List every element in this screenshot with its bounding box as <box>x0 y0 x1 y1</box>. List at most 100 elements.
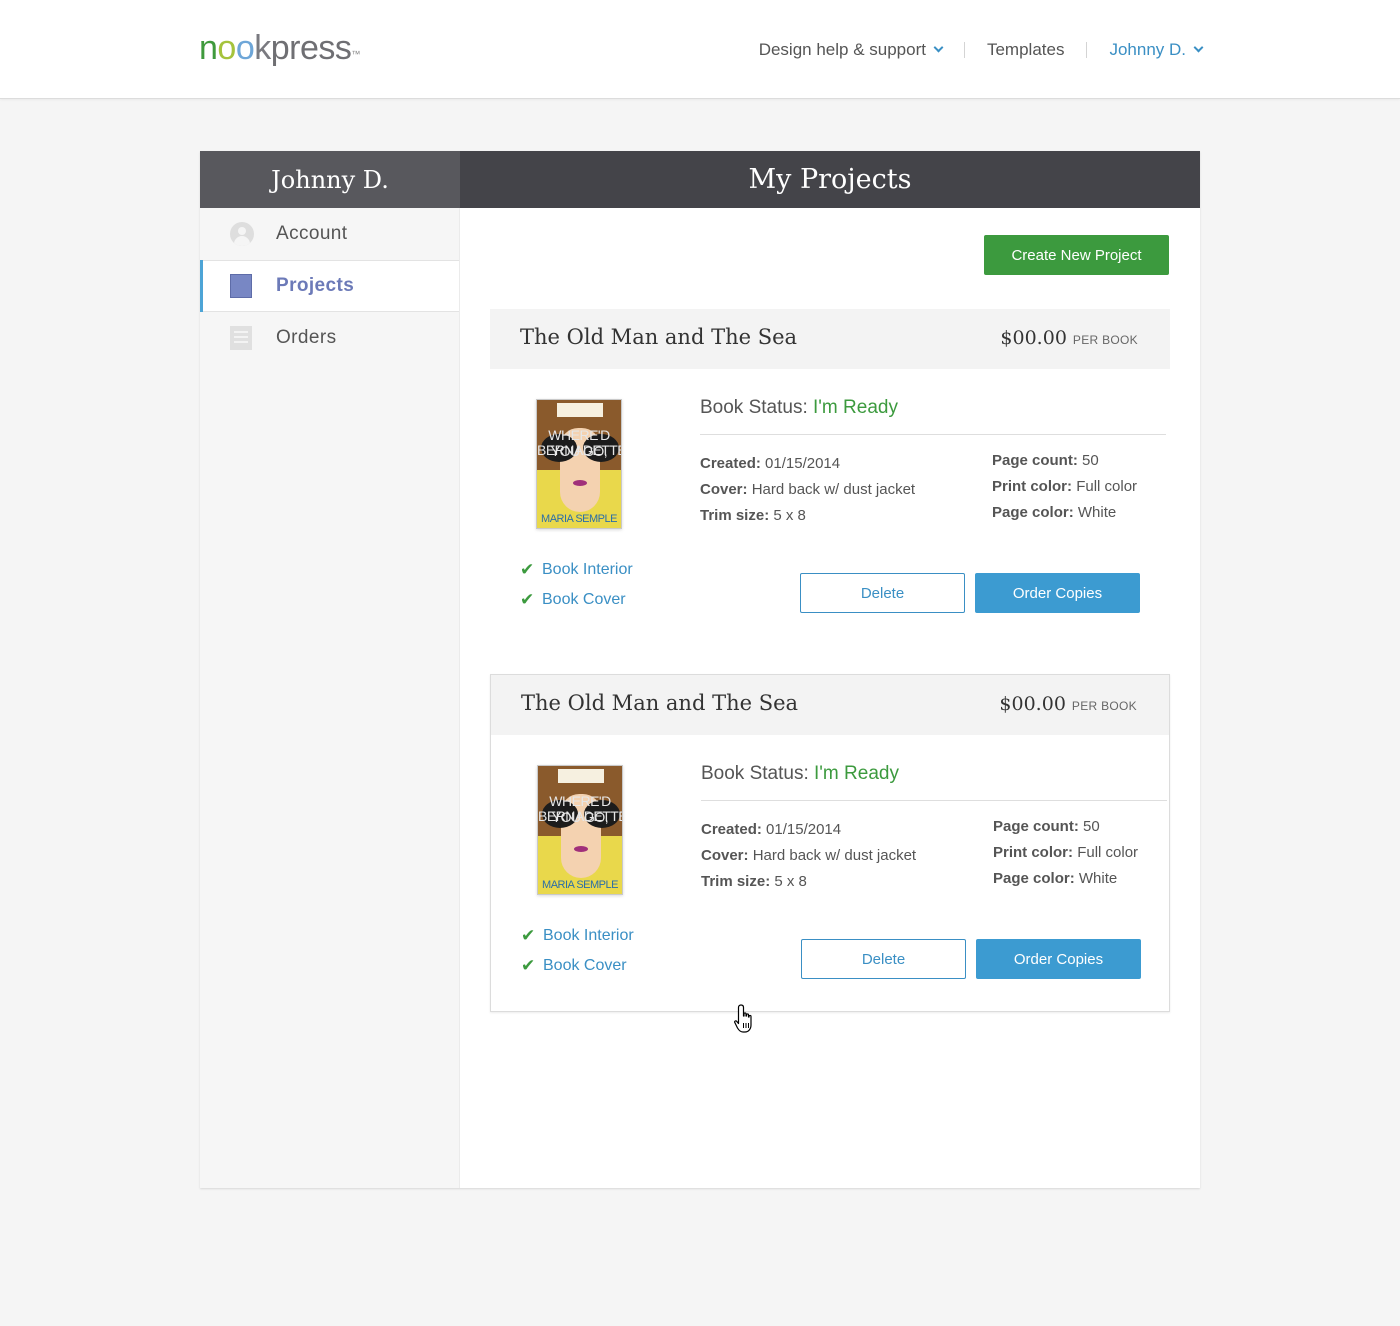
divider <box>700 434 1166 435</box>
meta-key: Page count: <box>993 818 1079 835</box>
sidebar-item-label: Account <box>276 223 348 244</box>
print-color: Full color <box>1077 844 1139 861</box>
checkmark-icon: ✔ <box>520 560 535 579</box>
create-new-project-button[interactable]: Create New Project <box>984 235 1169 275</box>
project-price: $00.00 PER BOOK <box>1000 327 1138 349</box>
hand-cursor-icon <box>734 1004 752 1033</box>
meta-key: Cover: <box>700 481 748 498</box>
meta-key: Page count: <box>992 452 1078 469</box>
divider <box>701 800 1167 801</box>
price-unit: PER BOOK <box>1072 333 1138 347</box>
book-cover-thumbnail[interactable]: WHERE'D YOU GO, BERNADETTE MARIA SEMPLE <box>536 399 622 529</box>
logo-press: press <box>270 29 352 67</box>
sidebar: Account Projects Orders <box>200 208 460 1188</box>
sidebar-user-name: Johnny D. <box>200 151 460 208</box>
page-title: My Projects <box>460 151 1200 208</box>
meta-key: Print color: <box>992 478 1073 495</box>
status-label: Book Status: <box>701 763 809 784</box>
created-date: 01/15/2014 <box>766 821 842 838</box>
user-menu-label: Johnny D. <box>1109 40 1186 59</box>
page-count: 50 <box>1083 818 1100 835</box>
project-title[interactable]: The Old Man and The Sea <box>521 691 798 715</box>
logo-letter: n <box>199 29 218 67</box>
sidebar-item-projects[interactable]: Projects <box>200 260 459 312</box>
book-status: Book Status: I'm Ready <box>700 397 898 419</box>
delete-button[interactable]: Delete <box>800 573 965 613</box>
meta-key: Trim size: <box>701 873 771 890</box>
book-cover-link[interactable]: ✔ Book Cover <box>521 951 634 981</box>
book-icon <box>230 274 252 298</box>
book-status: Book Status: I'm Ready <box>701 763 899 785</box>
cover-author: MARIA SEMPLE <box>541 513 617 525</box>
order-copies-button[interactable]: Order Copies <box>976 939 1141 979</box>
check-label: Book Cover <box>543 957 627 974</box>
project-title[interactable]: The Old Man and The Sea <box>520 325 797 349</box>
logo-letter: o <box>217 29 236 67</box>
delete-button[interactable]: Delete <box>801 939 966 979</box>
page-color: White <box>1077 504 1117 521</box>
book-cover-thumbnail[interactable]: WHERE'D YOU GO, BERNADETTE MARIA SEMPLE <box>537 765 623 895</box>
sidebar-item-label: Projects <box>276 275 355 296</box>
nookpress-logo[interactable]: nookpress™ <box>199 28 360 68</box>
status-label: Book Status: <box>700 397 808 418</box>
meta-key: Page color: <box>992 504 1074 521</box>
price-value: $00.00 <box>1000 327 1067 349</box>
meta-key: Page color: <box>993 870 1075 887</box>
file-checklist: ✔ Book Interior ✔ Book Cover <box>521 921 634 981</box>
meta-key: Print color: <box>993 844 1074 861</box>
templates-link[interactable]: Templates <box>987 40 1064 60</box>
cover-title-line2: BERNADETTE <box>538 808 623 824</box>
created-date: 01/15/2014 <box>765 455 841 472</box>
status-value: I'm Ready <box>813 397 898 418</box>
cover-type: Hard back w/ dust jacket <box>752 847 917 864</box>
meta-key: Created: <box>701 821 762 838</box>
design-help-label: Design help & support <box>758 40 926 59</box>
print-color: Full color <box>1076 478 1138 495</box>
check-label: Book Interior <box>542 561 633 578</box>
chevron-down-icon <box>933 42 944 53</box>
project-card: The Old Man and The Sea $00.00 PER BOOK … <box>490 674 1170 1012</box>
project-card-header: The Old Man and The Sea $00.00 PER BOOK <box>490 309 1170 369</box>
project-card-header: The Old Man and The Sea $00.00 PER BOOK <box>491 675 1169 735</box>
check-label: Book Cover <box>542 591 626 608</box>
project-meta-left: Created: 01/15/2014 Cover: Hard back w/ … <box>700 451 915 529</box>
project-card: The Old Man and The Sea $00.00 PER BOOK … <box>490 309 1170 647</box>
check-label: Book Interior <box>543 927 634 944</box>
checkmark-icon: ✔ <box>520 590 535 609</box>
status-value: I'm Ready <box>814 763 899 784</box>
project-meta-right: Page count: 50 Print color: Full color P… <box>992 448 1137 526</box>
cover-title-line2: BERNADETTE <box>537 442 622 458</box>
sidebar-item-account[interactable]: Account <box>200 208 459 260</box>
cover-author: MARIA SEMPLE <box>542 879 618 891</box>
page-color: White <box>1078 870 1118 887</box>
logo-letter: k <box>254 29 271 67</box>
price-value: $00.00 <box>999 693 1066 715</box>
logo-trademark: ™ <box>351 49 360 59</box>
book-interior-link[interactable]: ✔ Book Interior <box>520 555 633 585</box>
file-checklist: ✔ Book Interior ✔ Book Cover <box>520 555 633 615</box>
receipt-icon <box>230 326 252 350</box>
cover-type: Hard back w/ dust jacket <box>751 481 916 498</box>
checkmark-icon: ✔ <box>521 926 536 945</box>
nav-divider <box>963 42 965 58</box>
meta-key: Created: <box>700 455 761 472</box>
user-icon <box>230 222 254 246</box>
book-cover-link[interactable]: ✔ Book Cover <box>520 585 633 615</box>
top-header: nookpress™ Design help & support Templat… <box>0 0 1400 99</box>
page-count: 50 <box>1082 452 1099 469</box>
content-panel: Johnny D. My Projects Account Projects O… <box>200 151 1200 1188</box>
project-meta-left: Created: 01/15/2014 Cover: Hard back w/ … <box>701 817 916 895</box>
order-copies-button[interactable]: Order Copies <box>975 573 1140 613</box>
design-help-link[interactable]: Design help & support <box>758 40 944 60</box>
project-price: $00.00 PER BOOK <box>999 693 1137 715</box>
meta-key: Trim size: <box>700 507 770 524</box>
sidebar-item-orders[interactable]: Orders <box>200 312 459 364</box>
price-unit: PER BOOK <box>1071 699 1137 713</box>
user-menu[interactable]: Johnny D. <box>1109 40 1204 60</box>
book-interior-link[interactable]: ✔ Book Interior <box>521 921 634 951</box>
meta-key: Cover: <box>701 847 749 864</box>
nav-divider <box>1086 42 1088 58</box>
trim-size: 5 x 8 <box>773 507 806 524</box>
logo-letter: o <box>235 29 255 67</box>
top-nav: Design help & support Templates Johnny D… <box>758 40 1204 60</box>
